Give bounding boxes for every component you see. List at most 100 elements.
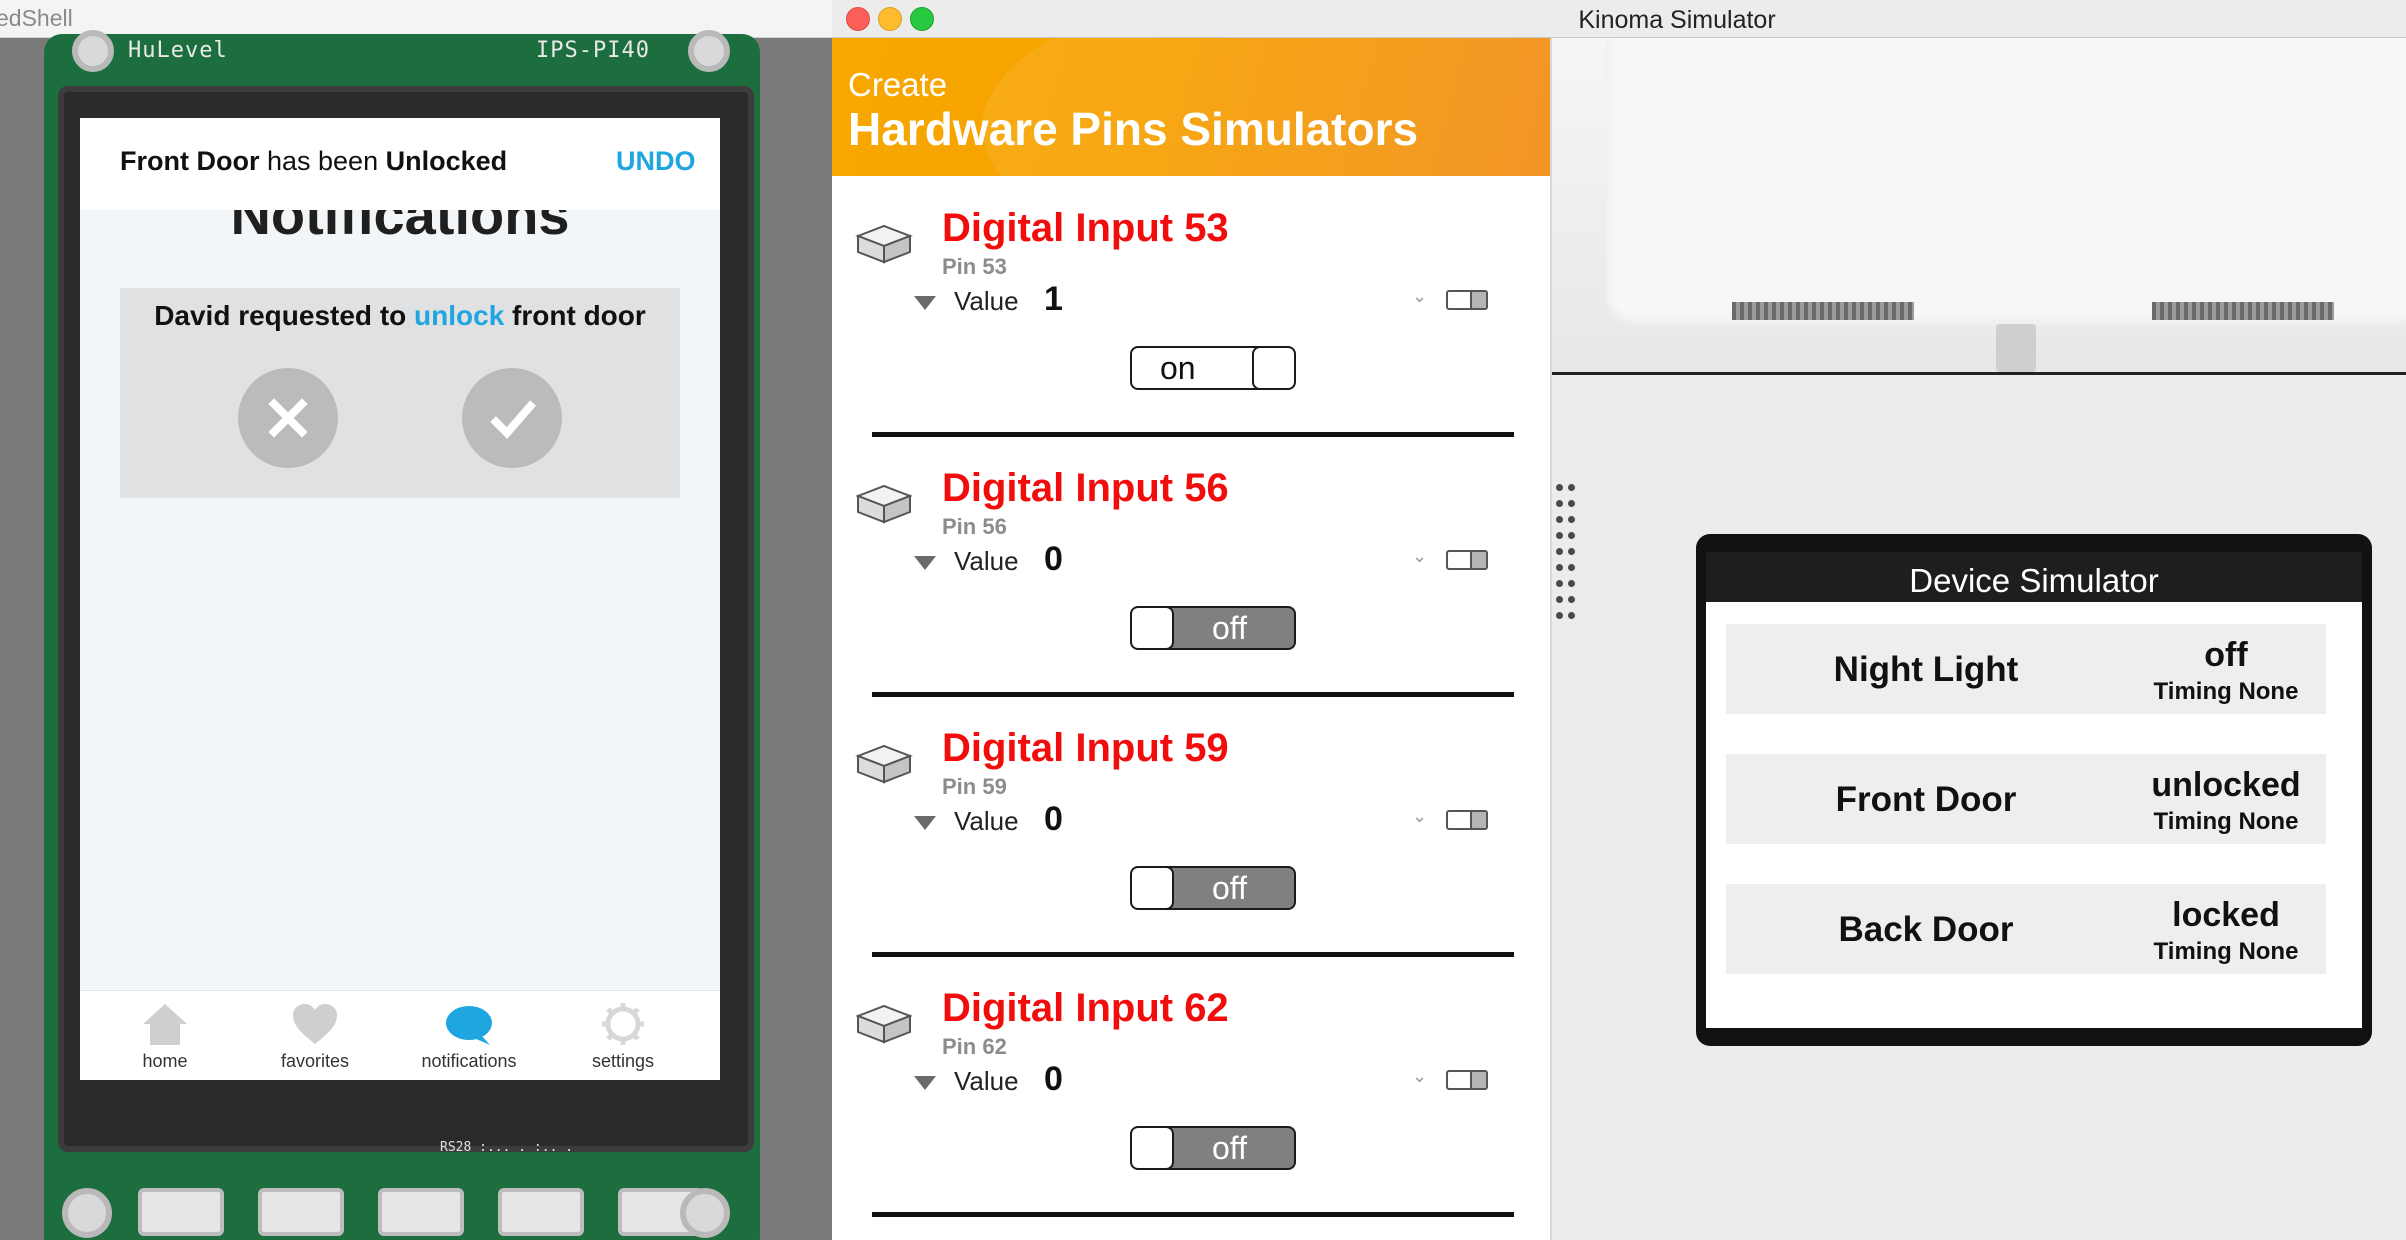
pin-name: Digital Input 59: [942, 726, 1229, 770]
divider: [872, 692, 1514, 697]
hardware-button[interactable]: [138, 1188, 224, 1236]
hardware-button[interactable]: [258, 1188, 344, 1236]
pin-number: Pin 53: [942, 254, 1007, 279]
left-window-title: edShell: [0, 5, 73, 31]
pin-number: Pin 56: [942, 514, 1007, 539]
request-message: David requested to unlock front door: [120, 300, 680, 332]
value-label: Value: [954, 806, 1019, 836]
button-device-icon: [855, 1004, 913, 1044]
switch-knob: [1132, 1128, 1174, 1168]
undo-button[interactable]: UNDO: [616, 146, 696, 177]
speaker-dot: [1568, 548, 1575, 555]
toast-middle: has been: [259, 146, 386, 176]
value-label: Value: [954, 546, 1019, 576]
device-row[interactable]: Front Door unlocked Timing None: [1726, 754, 2326, 844]
tab-notifications[interactable]: notifications: [404, 991, 534, 1080]
speaker-dot: [1568, 580, 1575, 587]
chevron-down-icon[interactable]: ⌄: [1412, 546, 1427, 567]
pin-simulator: Digital Input 62 Pin 62 Value 0 ⌄ off: [832, 972, 1550, 1232]
speaker-dot: [1568, 612, 1575, 619]
device-simulator-header: Device Simulator: [1706, 552, 2362, 602]
pin-simulator: Digital Input 53 Pin 53 Value 1 ⌄ on: [832, 192, 1550, 452]
speaker-dot: [1556, 596, 1563, 603]
pcb-mount-hole: [72, 30, 114, 72]
speaker-dot: [1556, 500, 1563, 507]
switch-knob: [1132, 608, 1174, 648]
device-simulator-panel: Device Simulator Night Light off Timing …: [1706, 552, 2362, 1028]
toast-state: Unlocked: [385, 146, 508, 176]
pin-switch[interactable]: on: [1130, 346, 1296, 390]
device-row[interactable]: Back Door locked Timing None: [1726, 884, 2326, 974]
chat-bubble-icon: [446, 1006, 492, 1045]
hardware-button[interactable]: [498, 1188, 584, 1236]
value-label: Value: [954, 1066, 1019, 1096]
device-state: unlocked: [2151, 766, 2301, 804]
tab-label: notifications: [421, 1051, 517, 1071]
request-action: unlock: [414, 300, 505, 331]
pcb-mount-hole: [688, 30, 730, 72]
device-state: locked: [2172, 896, 2280, 934]
deny-request-button[interactable]: [238, 368, 338, 468]
speaker-dot: [1568, 564, 1575, 571]
speaker-dot: [1556, 484, 1563, 491]
speaker-dot: [1556, 516, 1563, 523]
checkmark-icon: [490, 400, 537, 439]
disclosure-triangle-icon[interactable]: [914, 296, 936, 310]
switch-label: off: [1212, 1130, 1247, 1166]
tab-label: favorites: [280, 1051, 350, 1071]
hubshell-window: edShell HuLevel IPS-PI40 Front Door has …: [0, 0, 832, 1240]
divider: [872, 952, 1514, 957]
pins-header-title: Hardware Pins Simulators: [848, 103, 1419, 155]
disclosure-triangle-icon[interactable]: [914, 556, 936, 570]
device-preview-area: Device Simulator Night Light off Timing …: [1552, 38, 2406, 1240]
pcb-mount-hole: [62, 1188, 112, 1238]
bottom-tab-bar: home favorites notifications settings: [80, 990, 720, 1080]
request-text-after: front door: [504, 300, 646, 331]
chevron-down-icon[interactable]: ⌄: [1412, 286, 1427, 307]
speaker-dot: [1568, 500, 1575, 507]
disclosure-triangle-icon[interactable]: [914, 816, 936, 830]
switch-label: off: [1212, 610, 1247, 646]
tab-home[interactable]: home: [100, 991, 230, 1080]
mode-toggle-icon[interactable]: [1446, 550, 1488, 570]
pin-value: 0: [1044, 800, 1063, 838]
disclosure-triangle-icon[interactable]: [914, 1076, 936, 1090]
hardware-button[interactable]: [378, 1188, 464, 1236]
tab-label: home: [142, 1051, 188, 1071]
chevron-down-icon[interactable]: ⌄: [1412, 1066, 1427, 1087]
device-port: [1996, 324, 2036, 372]
speaker-dot: [1568, 596, 1575, 603]
pin-name: Digital Input 53: [942, 206, 1229, 250]
mode-toggle-icon[interactable]: [1446, 1070, 1488, 1090]
speaker-dot: [1556, 580, 1563, 587]
speaker-dot: [1556, 564, 1563, 571]
tab-favorites[interactable]: favorites: [250, 991, 380, 1080]
mode-toggle-icon[interactable]: [1446, 290, 1488, 310]
pin-switch[interactable]: off: [1130, 1126, 1296, 1170]
device-timing: Timing None: [2153, 678, 2299, 705]
tab-settings[interactable]: settings: [558, 991, 688, 1080]
pin-number: Pin 62: [942, 1034, 1007, 1059]
hardware-pins-panel: Create Hardware Pins Simulators Digital …: [832, 38, 1552, 1240]
pin-switch[interactable]: off: [1130, 866, 1296, 910]
pins-panel-header: Create Hardware Pins Simulators: [832, 38, 1550, 176]
button-device-icon: [855, 744, 913, 784]
device-timing: Timing None: [2153, 938, 2299, 965]
pcb-mount-hole: [680, 1188, 730, 1238]
accept-request-button[interactable]: [462, 368, 562, 468]
right-window-titlebar[interactable]: Kinoma Simulator: [832, 0, 2406, 38]
divider: [872, 1212, 1514, 1217]
pin-name: Digital Input 56: [942, 466, 1229, 510]
speaker-dot: [1556, 532, 1563, 539]
pcb-silkscreen-label: RS28 :... . :.. .: [440, 1140, 574, 1155]
request-text-before: David requested to: [154, 300, 415, 331]
pin-value: 1: [1044, 280, 1063, 318]
speaker-dot: [1568, 532, 1575, 539]
mode-toggle-icon[interactable]: [1446, 810, 1488, 830]
chevron-down-icon[interactable]: ⌄: [1412, 806, 1427, 827]
gear-icon: [602, 1003, 644, 1045]
device-row[interactable]: Night Light off Timing None: [1726, 624, 2326, 714]
switch-label: off: [1212, 870, 1247, 906]
pin-value: 0: [1044, 1060, 1063, 1098]
pin-switch[interactable]: off: [1130, 606, 1296, 650]
